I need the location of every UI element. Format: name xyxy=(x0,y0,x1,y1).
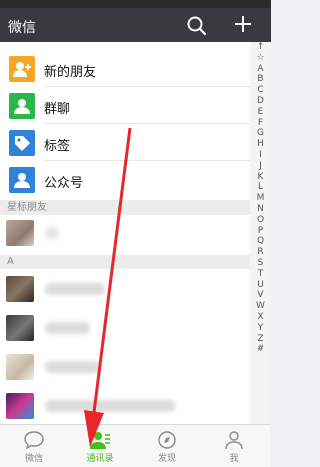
blurred-name xyxy=(45,283,105,295)
contact-row[interactable] xyxy=(0,310,250,346)
tab-chats[interactable]: 微信 xyxy=(0,425,68,467)
index-letter[interactable]: X xyxy=(250,312,271,323)
index-letter[interactable]: W xyxy=(250,301,271,312)
tags-item[interactable]: 标签 xyxy=(0,124,250,161)
index-letter[interactable]: D xyxy=(250,96,271,107)
index-letter[interactable]: # xyxy=(250,344,271,355)
official-account-icon xyxy=(9,167,35,193)
index-letter[interactable]: E xyxy=(250,107,271,118)
index-letter[interactable]: S xyxy=(250,258,271,269)
index-letter[interactable]: K xyxy=(250,172,271,183)
index-letter[interactable]: J xyxy=(250,161,271,172)
new-friends-label: 新的朋友 xyxy=(44,65,97,80)
index-letter[interactable]: B xyxy=(250,74,271,85)
index-letter[interactable]: G xyxy=(250,128,271,139)
contacts-list[interactable]: 新的朋友 群聊 标签 公众号 星标朋友 A xyxy=(0,42,250,424)
tab-contacts[interactable]: 通讯录 xyxy=(66,425,134,467)
tab-contacts-label: 通讯录 xyxy=(86,454,114,464)
avatar xyxy=(6,393,34,419)
index-letter[interactable]: A xyxy=(250,64,271,75)
new-friends-item[interactable]: 新的朋友 xyxy=(0,50,250,87)
contact-row[interactable] xyxy=(0,271,250,307)
index-letter[interactable]: H xyxy=(250,139,271,150)
blurred-name xyxy=(45,227,59,239)
new-friends-icon xyxy=(9,56,35,82)
contact-row[interactable] xyxy=(0,349,250,385)
bottom-tab-bar: 微信 通讯录 发现 我 xyxy=(0,424,271,467)
index-letter[interactable]: ☆ xyxy=(250,53,271,64)
group-chat-label: 群聊 xyxy=(44,102,71,117)
tab-me-label: 我 xyxy=(229,454,239,464)
index-letter[interactable]: T xyxy=(250,269,271,280)
chat-bubble-icon xyxy=(24,431,44,450)
official-accounts-item[interactable]: 公众号 xyxy=(0,161,250,198)
index-letter[interactable]: M xyxy=(250,193,271,204)
tab-discover[interactable]: 发现 xyxy=(133,425,201,467)
index-letter[interactable]: P xyxy=(250,226,271,237)
index-letter[interactable]: N xyxy=(250,204,271,215)
top-bar: 微信 xyxy=(0,8,271,42)
index-letter[interactable]: C xyxy=(250,85,271,96)
blurred-name xyxy=(45,400,175,412)
tab-chats-label: 微信 xyxy=(24,454,43,464)
app-title: 微信 xyxy=(8,20,36,36)
contact-row[interactable] xyxy=(0,388,250,424)
tag-icon xyxy=(9,130,35,156)
index-letter[interactable]: L xyxy=(250,182,271,193)
person-icon xyxy=(225,431,243,450)
contact-row[interactable] xyxy=(0,215,250,251)
tab-me[interactable]: 我 xyxy=(200,425,268,467)
index-letter[interactable]: I xyxy=(250,150,271,161)
avatar xyxy=(6,315,34,341)
blurred-name xyxy=(45,322,90,334)
blurred-name xyxy=(45,361,100,373)
contacts-icon xyxy=(90,432,110,449)
index-letter[interactable]: U xyxy=(250,280,271,291)
index-letter[interactable]: F xyxy=(250,118,271,129)
plus-icon[interactable] xyxy=(230,11,256,37)
section-header-starred: 星标朋友 xyxy=(0,200,250,215)
section-header-a: A xyxy=(0,255,250,269)
status-bar xyxy=(0,0,271,8)
tab-discover-label: 发现 xyxy=(157,454,176,464)
index-letter[interactable]: ↑ xyxy=(250,42,271,53)
avatar xyxy=(6,354,34,380)
tags-label: 标签 xyxy=(44,139,71,154)
alphabet-index[interactable]: ↑ ☆ A B C D E F G H I J K L M N O P Q R S T U V W X Y Z # xyxy=(250,42,271,424)
index-letter[interactable]: R xyxy=(250,247,271,258)
search-icon[interactable] xyxy=(185,14,209,36)
index-letter[interactable]: O xyxy=(250,215,271,226)
group-chat-icon xyxy=(9,93,35,119)
avatar xyxy=(6,276,34,302)
index-letter[interactable]: Y xyxy=(250,323,271,334)
official-accounts-label: 公众号 xyxy=(44,176,84,191)
index-letter[interactable]: Q xyxy=(250,236,271,247)
group-chat-item[interactable]: 群聊 xyxy=(0,87,250,124)
index-letter[interactable]: V xyxy=(250,290,271,301)
compass-icon xyxy=(158,431,176,449)
avatar xyxy=(6,220,34,246)
index-letter[interactable]: Z xyxy=(250,334,271,345)
